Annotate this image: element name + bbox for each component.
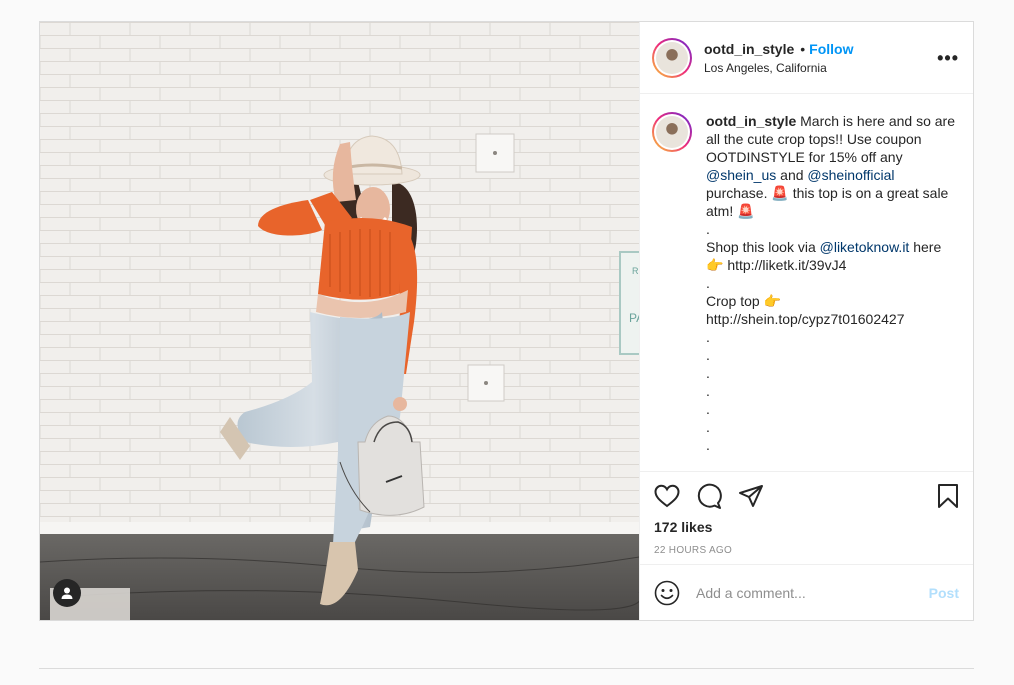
caption-avatar[interactable]: [652, 112, 692, 152]
post-sidebar: ootd_in_style • Follow Los Angeles, Cali…: [639, 22, 973, 620]
footer-divider: [39, 668, 974, 669]
mention-link[interactable]: @sheinofficial: [807, 167, 894, 183]
mention-link[interactable]: @shein_us: [706, 167, 776, 183]
post-header: ootd_in_style • Follow Los Angeles, Cali…: [640, 22, 973, 94]
comment-box: Post: [640, 564, 973, 620]
follow-button[interactable]: Follow: [809, 41, 853, 57]
avatar-image: [656, 116, 688, 148]
caption-text: ootd_in_style March is here and so are a…: [706, 112, 959, 470]
svg-text:R: R: [632, 266, 639, 276]
post-card: R PA: [39, 21, 974, 621]
caption: ootd_in_style March is here and so are a…: [640, 94, 973, 470]
likes-count[interactable]: 172 likes: [654, 519, 959, 535]
emoji-icon[interactable]: [654, 580, 680, 606]
location-link[interactable]: Los Angeles, California: [704, 61, 853, 75]
user-tag-icon[interactable]: [53, 579, 81, 607]
avatar-image: [656, 41, 688, 74]
avatar[interactable]: [652, 37, 692, 78]
post-image[interactable]: R PA: [40, 22, 639, 620]
post-timestamp[interactable]: 22 HOURS AGO: [654, 545, 959, 556]
svg-text:PA: PA: [629, 311, 639, 325]
bookmark-icon[interactable]: [937, 483, 959, 509]
outfit-photo: R PA: [40, 22, 639, 620]
action-bar: 172 likes 22 HOURS AGO: [640, 471, 973, 565]
post-comment-button[interactable]: Post: [929, 585, 959, 601]
person-icon: [61, 587, 73, 599]
separator-dot: •: [800, 40, 806, 57]
more-options-icon[interactable]: •••: [937, 48, 959, 69]
comment-icon[interactable]: [696, 483, 722, 509]
caption-segment: and: [776, 167, 808, 183]
share-icon[interactable]: [738, 484, 764, 508]
caption-username[interactable]: ootd_in_style: [706, 113, 796, 129]
caption-segment: here 👉 http://liketk.it/39vJ4 . Crop top…: [706, 239, 942, 453]
username-link[interactable]: ootd_in_style: [704, 41, 794, 57]
mention-link[interactable]: @liketoknow.it: [820, 239, 910, 255]
heart-icon[interactable]: [654, 484, 680, 508]
caption-content: March is here and so are all the cute cr…: [706, 113, 959, 453]
comment-input[interactable]: [696, 584, 929, 601]
